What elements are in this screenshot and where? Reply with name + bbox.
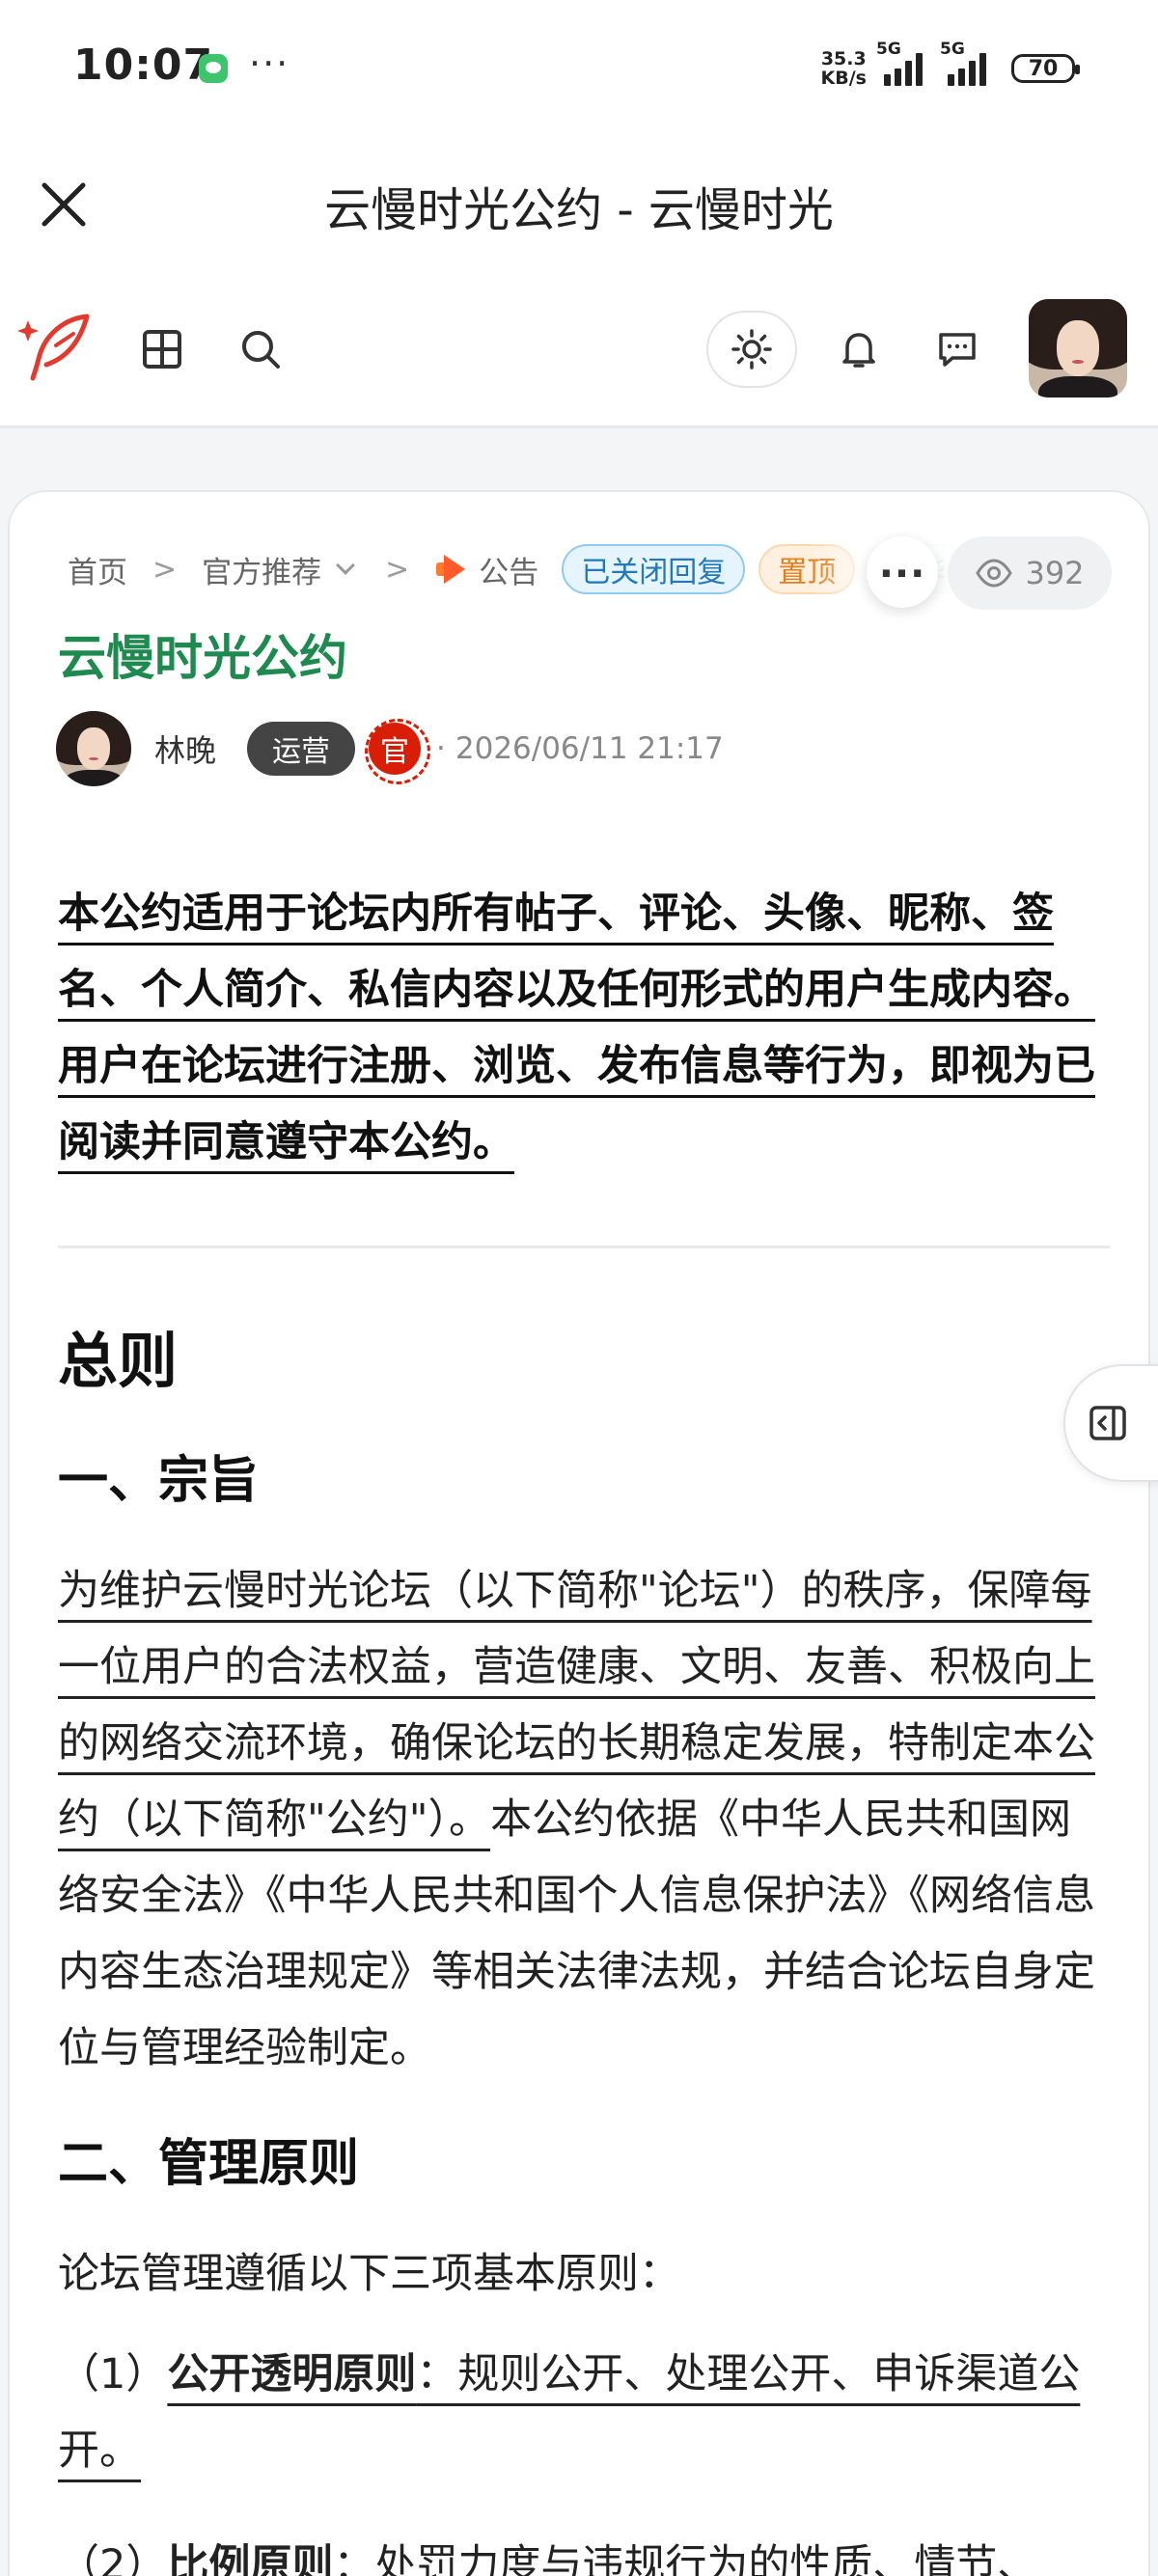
message-icon[interactable] [928,320,986,378]
divider [58,1246,1110,1248]
author-name[interactable]: 林晚 [154,726,216,771]
search-icon[interactable] [232,320,290,378]
post-card: 首页 > 官方推荐 > 公告 已关闭回复 置顶 精华 ... 392 云慢时光公… [8,490,1150,2576]
post-date-separator: · [436,731,446,766]
breadcrumb-separator: > [152,552,178,587]
official-badge: 官 [365,719,431,784]
battery-icon: 70 [1011,54,1080,83]
bell-icon[interactable] [830,320,888,378]
grid-icon[interactable] [133,320,191,378]
net-speed: 35.3 KB/s [820,48,867,89]
sun-icon [731,329,772,370]
forum-toolbar [0,270,1158,428]
principles-intro: 论坛管理遵循以下三项基本原则： [58,2250,680,2298]
status-indicators: 35.3 KB/s 5G 5G 70 [820,40,1080,93]
breadcrumb-category[interactable]: 官方推荐 [202,548,321,591]
title-bar: 云慢时光公约 - 云慢时光 [0,135,1158,270]
more-icon: ... [878,542,926,587]
post-date: 2026/06/11 21:17 [455,731,724,766]
closed-reply-tag: 已关闭回复 [562,544,746,594]
wechat-icon [199,54,228,83]
logo-icon[interactable] [17,309,95,386]
page-title: 云慢时光公约 - 云慢时光 [324,183,834,237]
breadcrumb-separator: > [385,552,410,587]
author-avatar[interactable] [56,711,131,786]
eye-icon [976,559,1013,588]
status-bar: 10:07 ··· 35.3 KB/s 5G 5G 70 [0,0,1158,135]
principle-item: （1）公开透明原则：规则公开、处理公开、申诉渠道公开。 [58,2350,1081,2475]
megaphone-icon [434,555,467,584]
role-badge: 运营 [247,722,356,776]
breadcrumb-home[interactable]: 首页 [68,548,127,591]
heading-principles: 二、管理原则 [58,2135,360,2193]
breadcrumb-board[interactable]: 公告 [479,548,538,591]
user-avatar[interactable] [1029,299,1127,397]
chevron-down-icon[interactable] [336,556,356,575]
principle-item: （2）比例原则：处罚力度与违规行为的性质、情节、 [58,2541,1039,2576]
status-time: 10:07 [73,41,214,90]
panel-collapse-icon [1089,1406,1126,1440]
lead-paragraph: 本公约适用于论坛内所有帖子、评论、头像、昵称、签名、个人简介、私信内容以及任何形… [58,890,1095,1166]
heading-general: 总则 [58,1326,179,1396]
signal-icon: 5G [876,40,923,86]
signal-icon-2: 5G [940,40,986,86]
author-row: 林晚 运营 官 · 2026/06/11 21:17 [56,710,724,787]
theme-toggle-button[interactable] [706,311,797,388]
more-notifications-icon: ··· [249,42,290,85]
purpose-paragraph: 为维护云慢时光论坛（以下简称"论坛"）的秩序，保障每一位用户的合法权益，营造健康… [58,1567,1095,2072]
view-count: 392 [948,536,1112,610]
post-title: 云慢时光公约 [58,630,347,686]
more-options-button[interactable]: ... [867,536,938,608]
heading-purpose: 一、宗旨 [58,1452,260,1510]
